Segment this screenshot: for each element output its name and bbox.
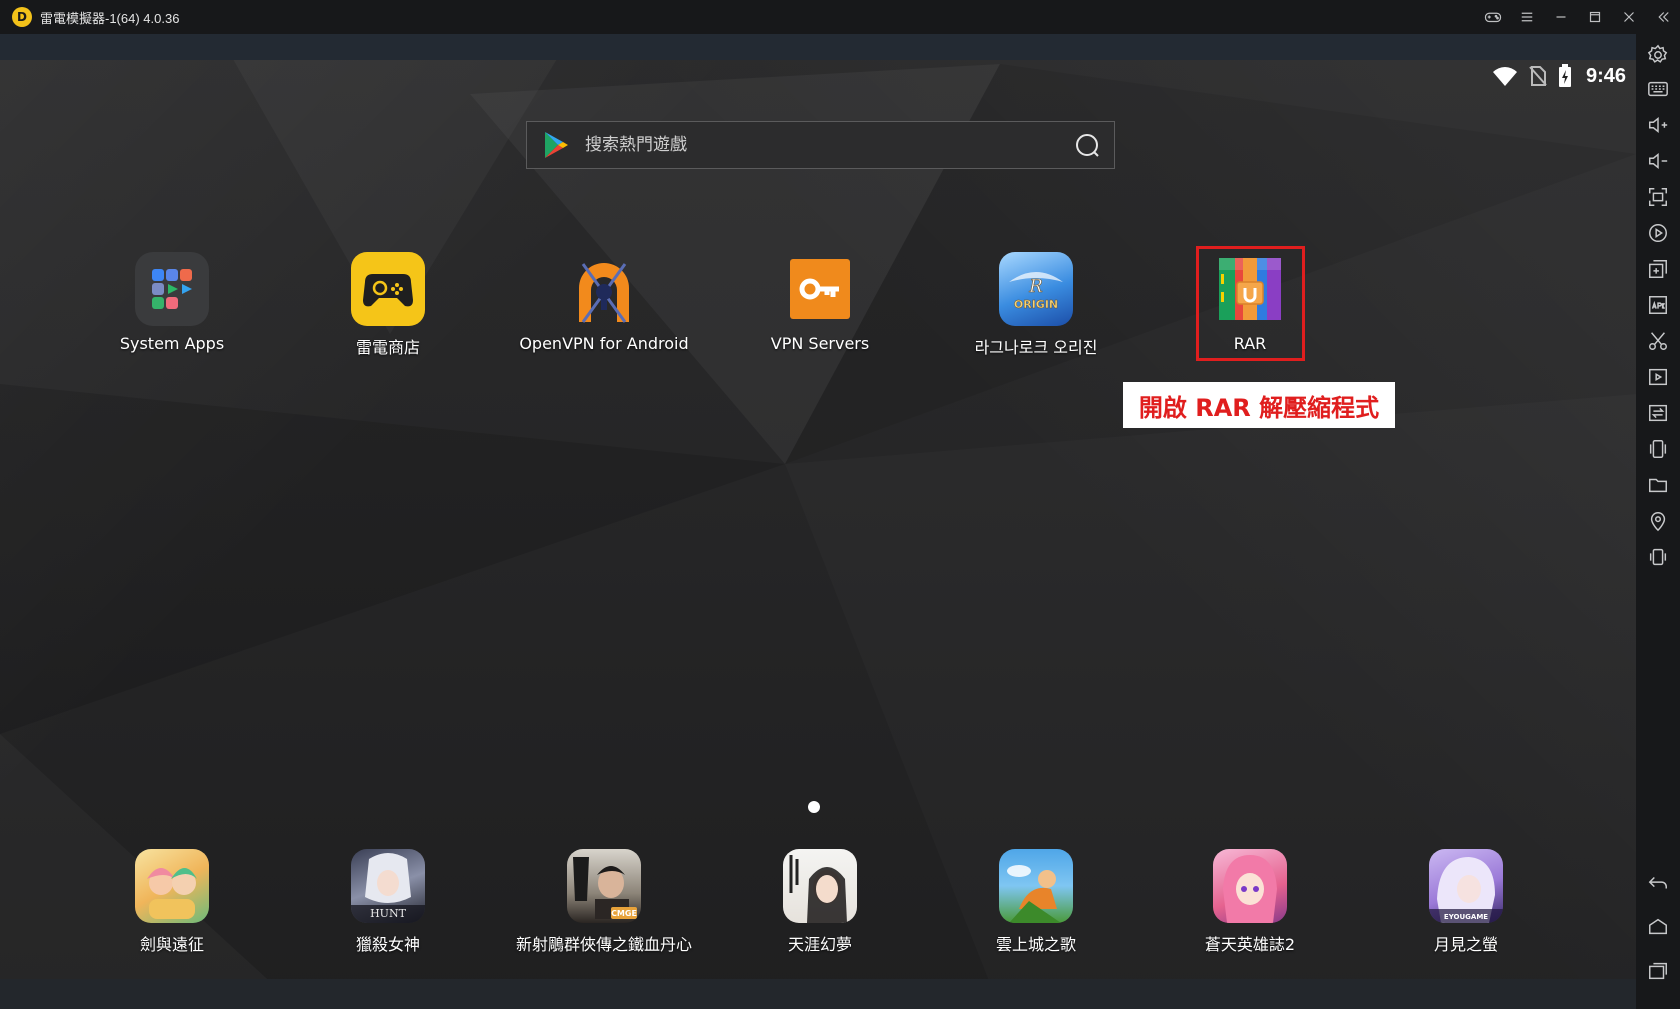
- app-vpn-servers[interactable]: VPN Servers: [720, 252, 920, 353]
- app-system-apps[interactable]: System Apps: [72, 252, 272, 353]
- recent-apps-icon[interactable]: [1647, 960, 1669, 982]
- top-strip: [0, 34, 1636, 60]
- hunt-logo-text: HUNT: [370, 907, 406, 920]
- status-bar: 9:46: [1492, 64, 1626, 88]
- search-icon[interactable]: [1074, 132, 1100, 158]
- app-label: 新射鵰群俠傳之鐵血丹心: [515, 935, 692, 954]
- sync-icon[interactable]: [1647, 402, 1669, 424]
- rotate-icon[interactable]: [1647, 546, 1669, 568]
- right-toolbar: [1636, 34, 1680, 1009]
- keyboard-icon[interactable]: [1647, 78, 1669, 100]
- app-moon-firefly[interactable]: EYOUGAME 月見之螢: [1366, 849, 1566, 955]
- window-controls: [1476, 0, 1680, 34]
- collapse-icon[interactable]: [1646, 0, 1680, 34]
- app-ld-store[interactable]: 雷電商店: [288, 252, 488, 358]
- gamepad-icon[interactable]: [1476, 0, 1510, 34]
- app-label: 雲上城之歌: [995, 935, 1076, 954]
- app-afk-arena[interactable]: 劍與遠征: [72, 849, 272, 955]
- volume-up-icon[interactable]: [1647, 114, 1669, 136]
- home-icon[interactable]: [1647, 916, 1669, 938]
- emulator-window: D 雷電模擬器-1(64) 4.0.36 9:46 搜索熱門遊戲 System …: [0, 0, 1680, 1009]
- eyou-logo-text: EYOUGAME: [1444, 913, 1488, 921]
- minimize-icon[interactable]: [1544, 0, 1578, 34]
- app-condor-heroes[interactable]: CMGE 新射鵰群俠傳之鐵血丹心: [504, 849, 704, 955]
- cut-icon[interactable]: [1647, 330, 1669, 352]
- rar-highlight-box: [1196, 246, 1305, 361]
- folder-icon[interactable]: [1647, 474, 1669, 496]
- afk-arena-icon: [135, 849, 209, 923]
- play-store-icon: [545, 132, 568, 158]
- window-title: 雷電模擬器-1(64) 4.0.36: [40, 10, 180, 26]
- maximize-icon[interactable]: [1578, 0, 1612, 34]
- cloud-city-icon: [999, 849, 1073, 923]
- app-openvpn[interactable]: OpenVPN for Android: [504, 252, 704, 353]
- hunt-goddess-icon: HUNT: [351, 849, 425, 923]
- bottom-strip: [0, 979, 1636, 1009]
- app-sky-heroes-2[interactable]: 蒼天英雄誌2: [1150, 849, 1350, 955]
- video-icon[interactable]: [1647, 366, 1669, 388]
- app-label: 라그나로크 오리진: [974, 338, 1098, 357]
- location-icon[interactable]: [1647, 510, 1669, 532]
- annotation-label: 開啟 RAR 解壓縮程式: [1123, 382, 1395, 428]
- moon-firefly-icon: EYOUGAME: [1429, 849, 1503, 923]
- wifi-icon: [1492, 67, 1517, 86]
- vpn-servers-icon: [783, 252, 857, 326]
- app-label: 天涯幻夢: [787, 935, 852, 954]
- menu-icon[interactable]: [1510, 0, 1544, 34]
- title-bar: D 雷電模擬器-1(64) 4.0.36: [0, 0, 1680, 34]
- app-label: 雷電商店: [355, 338, 420, 357]
- app-cloud-city[interactable]: 雲上城之歌: [936, 849, 1136, 955]
- shake-icon[interactable]: [1647, 438, 1669, 460]
- app-label: VPN Servers: [770, 334, 870, 353]
- app-hunt-goddess[interactable]: HUNT 獵殺女神: [288, 849, 488, 955]
- settings-icon[interactable]: [1647, 44, 1669, 66]
- ro-logo-text: ORIGIN: [1014, 298, 1058, 311]
- tianya-dream-icon: [783, 849, 857, 923]
- app-label: System Apps: [119, 334, 225, 353]
- screenshot-icon[interactable]: [1647, 186, 1669, 208]
- ragnarok-origin-icon: R ORIGIN: [999, 252, 1073, 326]
- multi-instance-icon[interactable]: [1647, 258, 1669, 280]
- apk-icon[interactable]: [1647, 294, 1669, 316]
- system-apps-icon: [135, 252, 209, 326]
- logo-glyph: D: [17, 10, 27, 24]
- volume-down-icon[interactable]: [1647, 150, 1669, 172]
- back-icon[interactable]: [1647, 872, 1669, 894]
- app-label: 獵殺女神: [355, 935, 420, 954]
- openvpn-icon: [567, 252, 641, 326]
- cmge-logo-text: CMGE: [611, 909, 637, 918]
- no-sim-icon: [1529, 66, 1547, 86]
- condor-heroes-icon: CMGE: [567, 849, 641, 923]
- close-icon[interactable]: [1612, 0, 1646, 34]
- search-input[interactable]: [585, 135, 1074, 155]
- status-time: 9:46: [1585, 64, 1626, 87]
- battery-icon: [1558, 64, 1571, 87]
- app-label: 蒼天英雄誌2: [1204, 935, 1296, 954]
- sky-heroes-2-icon: [1213, 849, 1287, 923]
- svg-text:R: R: [1028, 276, 1043, 297]
- app-label: 劍與遠征: [139, 935, 204, 954]
- app-logo-icon: D: [12, 7, 32, 27]
- app-label: OpenVPN for Android: [519, 334, 689, 353]
- record-icon[interactable]: [1647, 222, 1669, 244]
- page-indicator: [808, 801, 820, 813]
- app-label: 月見之螢: [1433, 935, 1498, 954]
- ld-store-icon: [351, 252, 425, 326]
- android-home-screen: 9:46 搜索熱門遊戲 System Apps 雷電商店 OpenVPN for…: [0, 34, 1636, 1009]
- app-ragnarok-origin[interactable]: R ORIGIN 라그나로크 오리진: [936, 252, 1136, 358]
- app-tianya-dream[interactable]: 天涯幻夢: [720, 849, 920, 955]
- search-bar[interactable]: [526, 121, 1115, 169]
